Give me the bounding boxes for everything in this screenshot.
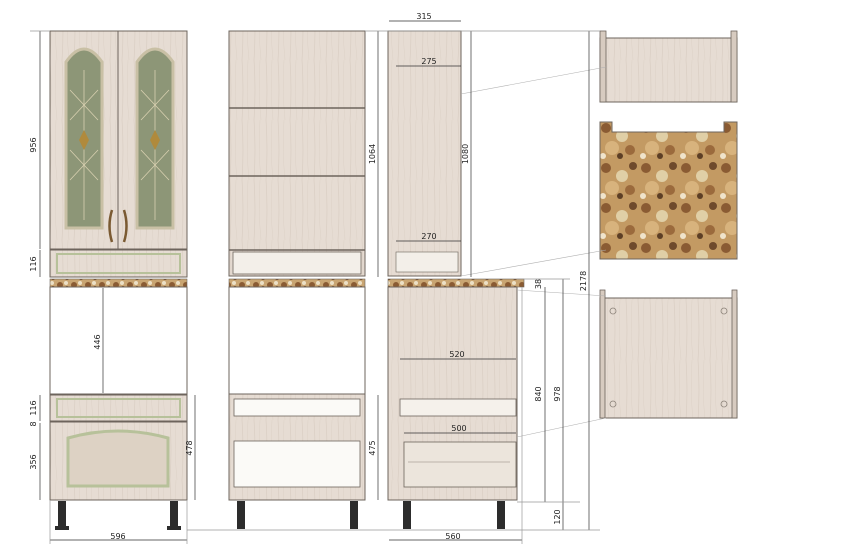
detail-side-panel <box>599 297 738 419</box>
detail-panel-edge-right <box>731 289 738 419</box>
front-leg-left-foot <box>55 526 69 530</box>
dim-counter-thickness: 38 <box>534 279 543 289</box>
dim-bottom-drawer-inner: 478 <box>185 440 194 455</box>
side-bottom-drawer-box <box>403 441 517 488</box>
side-lower-drawer-box <box>399 398 517 417</box>
dim-bottom-drawer-height: 356 <box>29 454 38 469</box>
dim-base-depth: 560 <box>445 532 460 541</box>
inner-bottom-drawer-box <box>233 440 361 488</box>
detail-drawer-side-left <box>599 30 607 103</box>
front-open-niche <box>49 286 188 395</box>
detail-countertop-stone <box>599 121 738 260</box>
dim-niche-height: 446 <box>93 334 102 349</box>
dim-base-shelf-depth: 520 <box>449 350 464 359</box>
dim-overall-height: 2178 <box>579 271 588 291</box>
front-leg-right <box>170 501 178 529</box>
bottom-drawer-panel <box>66 429 170 488</box>
detail-panels <box>599 30 738 419</box>
inner-view <box>228 30 366 529</box>
inner-lower-drawer-box <box>233 398 361 417</box>
detail-drawer-box <box>599 37 738 103</box>
side-view <box>387 30 525 529</box>
inner-upper-carcass <box>228 30 366 277</box>
side-counter-strip <box>387 278 525 288</box>
inner-leg-left <box>237 501 245 529</box>
side-leg-front <box>403 501 411 529</box>
front-counter-strip <box>49 278 188 288</box>
dim-upper-drawer-height: 116 <box>29 256 38 271</box>
front-leg-right-foot <box>167 526 181 530</box>
front-leg-left <box>58 501 66 529</box>
dim-side-depth-top: 315 <box>416 12 431 21</box>
inner-leg-right <box>350 501 358 529</box>
kitchen-cabinet-technical-drawing: 956 116 446 116 8 356 478 1064 475 1080 … <box>29 12 738 544</box>
detail-panel-edge-left <box>599 289 606 419</box>
dim-total-width-front: 596 <box>110 532 125 541</box>
inner-open-niche <box>228 286 366 395</box>
dim-upper-glass-height: 956 <box>29 137 38 152</box>
dim-side-shelf-top: 275 <box>421 57 436 66</box>
dim-base-drawer-depth: 500 <box>451 424 466 433</box>
dim-side-height-upper: 1080 <box>461 144 470 164</box>
inner-upper-drawer-box <box>232 251 362 275</box>
front-view <box>49 30 188 530</box>
dim-base-height-total: 978 <box>553 386 562 401</box>
side-leg-back <box>497 501 505 529</box>
dim-side-shelf-bottom: 270 <box>421 232 436 241</box>
detail-drawer-side-right <box>730 30 738 103</box>
dim-lower-drawer-height: 116 <box>29 400 38 415</box>
dim-inner-tall-height: 1064 <box>368 144 377 164</box>
side-upper-drawer-box <box>395 251 459 273</box>
inner-counter-strip <box>228 278 366 288</box>
dim-inner-drawer-height: 475 <box>368 440 377 455</box>
dim-base-height-carcass: 840 <box>534 386 543 401</box>
dim-leg-height: 120 <box>553 509 562 524</box>
dim-gap-small: 8 <box>29 421 38 426</box>
